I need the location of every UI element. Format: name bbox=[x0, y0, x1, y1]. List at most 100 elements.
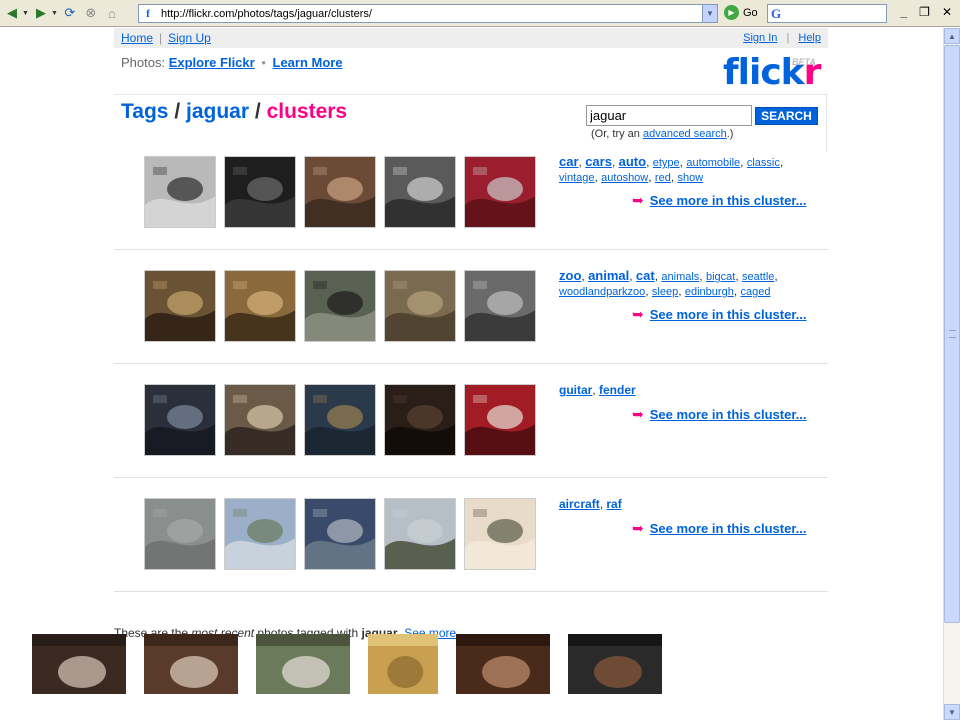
tag-link-edinburgh[interactable]: edinburgh bbox=[685, 286, 734, 298]
recent-photo-thumbnail[interactable] bbox=[456, 634, 550, 694]
cluster-thumbnail-black-jaguar[interactable] bbox=[304, 270, 376, 342]
breadcrumb: Tags / jaguar / clusters bbox=[121, 100, 347, 124]
cluster-thumbnail-red-car-ornament[interactable] bbox=[464, 156, 536, 228]
tag-link-fender[interactable]: fender bbox=[599, 383, 636, 397]
address-input[interactable]: http://flickr.com/photos/tags/jaguar/clu… bbox=[161, 8, 702, 20]
scroll-up-icon[interactable]: ▲ bbox=[944, 28, 960, 44]
cluster-thumbnail-plane-in-sky[interactable] bbox=[144, 498, 216, 570]
recent-photo-thumbnail[interactable] bbox=[32, 634, 126, 694]
tag-link-sleep[interactable]: sleep bbox=[652, 286, 678, 298]
tag-link-woodlandparkzoo[interactable]: woodlandparkzoo bbox=[559, 286, 645, 298]
tag-link-aircraft[interactable]: aircraft bbox=[559, 497, 600, 511]
learn-more-link[interactable]: Learn More bbox=[273, 55, 343, 70]
subnav-dot: • bbox=[261, 55, 266, 70]
tag-link-guitar[interactable]: guitar bbox=[559, 383, 592, 397]
signin-link[interactable]: Sign In bbox=[743, 32, 777, 44]
cluster-thumbnail-classic-car-front[interactable] bbox=[384, 156, 456, 228]
tag-link-animals[interactable]: animals bbox=[661, 271, 699, 283]
home-link[interactable]: Home bbox=[121, 31, 153, 45]
address-bar[interactable]: f http://flickr.com/photos/tags/jaguar/c… bbox=[138, 4, 718, 23]
tag-link-animal[interactable]: animal bbox=[588, 268, 629, 283]
cluster-thumbnail-black-car-body[interactable] bbox=[224, 156, 296, 228]
cluster-thumbnail-jaguar-caged[interactable] bbox=[384, 270, 456, 342]
tag-link-bigcat[interactable]: bigcat bbox=[706, 271, 735, 283]
photos-subnav: Photos: Explore Flickr • Learn More bbox=[121, 55, 343, 70]
google-icon: G bbox=[771, 5, 782, 21]
cluster-tags: aircraft, raf bbox=[559, 497, 622, 511]
cluster-thumbnail-jet-model[interactable] bbox=[464, 498, 536, 570]
cluster-thumbnail-guitar-amps[interactable] bbox=[224, 384, 296, 456]
tag-link-zoo[interactable]: zoo bbox=[559, 268, 581, 283]
see-more-cluster-link[interactable]: See more in this cluster... bbox=[650, 193, 807, 208]
nav-separator: | bbox=[786, 32, 790, 44]
vertical-scrollbar[interactable]: ▲ ▼ bbox=[943, 28, 960, 720]
cluster-thumbnail-jet-flying[interactable] bbox=[384, 498, 456, 570]
tag-link-caged[interactable]: caged bbox=[740, 286, 770, 298]
tag-link-show[interactable]: show bbox=[678, 172, 704, 184]
beta-badge: BETA bbox=[792, 57, 816, 67]
scroll-down-icon[interactable]: ▼ bbox=[944, 704, 960, 720]
tag-link-auto[interactable]: auto bbox=[619, 154, 646, 169]
signup-link[interactable]: Sign Up bbox=[168, 31, 211, 45]
forward-icon[interactable]: ▶ bbox=[32, 4, 50, 22]
back-icon[interactable]: ◀ bbox=[3, 4, 21, 22]
address-dropdown-icon[interactable]: ▼ bbox=[702, 5, 717, 22]
tag-link-classic[interactable]: classic bbox=[747, 157, 780, 169]
cluster-thumbnail-hood-ornament[interactable] bbox=[304, 156, 376, 228]
back-dropdown-icon[interactable]: ▼ bbox=[22, 10, 29, 17]
help-link[interactable]: Help bbox=[798, 32, 821, 44]
tag-link-cars[interactable]: cars bbox=[585, 154, 612, 169]
pink-arrow-icon: ➥ bbox=[632, 192, 644, 208]
see-more-cluster[interactable]: ➥ See more in this cluster... bbox=[632, 192, 807, 209]
see-more-cluster-link[interactable]: See more in this cluster... bbox=[650, 521, 807, 536]
scrollbar-thumb[interactable] bbox=[944, 45, 960, 623]
recent-photo-thumbnail[interactable] bbox=[144, 634, 238, 694]
tag-link-car[interactable]: car bbox=[559, 154, 579, 169]
tag-link-raf[interactable]: raf bbox=[606, 497, 621, 511]
restore-icon[interactable]: ❐ bbox=[919, 5, 930, 19]
stop-icon[interactable]: ⊗ bbox=[82, 4, 100, 22]
breadcrumb-tags[interactable]: Tags bbox=[121, 100, 168, 123]
flickr-page: Home | Sign Up Sign In | Help Photos: Ex… bbox=[114, 28, 828, 640]
see-more-cluster[interactable]: ➥ See more in this cluster... bbox=[632, 406, 807, 423]
cluster-thumbnail-airfield[interactable] bbox=[224, 498, 296, 570]
search-button[interactable]: SEARCH bbox=[755, 107, 818, 125]
minimize-icon[interactable]: _ bbox=[900, 5, 907, 19]
tag-link-cat[interactable]: cat bbox=[636, 268, 655, 283]
cluster-thumbnail-jaguar-sleeping[interactable] bbox=[464, 270, 536, 342]
recent-photo-thumbnail[interactable] bbox=[568, 634, 662, 694]
cluster-thumbnail-jaguar-face[interactable] bbox=[224, 270, 296, 342]
tag-link-automobile[interactable]: automobile bbox=[686, 157, 740, 169]
cluster-thumbnail-jaguar-car-grille[interactable] bbox=[144, 156, 216, 228]
tag-link-autoshow[interactable]: autoshow bbox=[601, 172, 648, 184]
home-icon[interactable]: ⌂ bbox=[103, 4, 121, 22]
breadcrumb-tag[interactable]: jaguar bbox=[186, 100, 249, 123]
browser-toolbar: ◀ ▼ ▶ ▼ ⟳ ⊗ ⌂ f http://flickr.com/photos… bbox=[0, 0, 960, 27]
go-button[interactable]: ▶ Go bbox=[724, 5, 758, 20]
recent-photo-thumbnail[interactable] bbox=[368, 634, 438, 694]
forward-dropdown-icon[interactable]: ▼ bbox=[51, 10, 58, 17]
recent-photo-thumbnail[interactable] bbox=[256, 634, 350, 694]
go-label: Go bbox=[743, 6, 758, 19]
cluster-thumbnail-guitar-rack[interactable] bbox=[304, 384, 376, 456]
see-more-cluster-link[interactable]: See more in this cluster... bbox=[650, 307, 807, 322]
tag-link-red[interactable]: red bbox=[655, 172, 671, 184]
cluster-thumbnails bbox=[144, 384, 536, 456]
flickr-favicon-icon: f bbox=[146, 7, 150, 20]
see-more-cluster[interactable]: ➥ See more in this cluster... bbox=[632, 520, 807, 537]
cluster-thumbnail-guitar-strings[interactable] bbox=[144, 384, 216, 456]
tag-search-input[interactable] bbox=[586, 105, 752, 126]
refresh-icon[interactable]: ⟳ bbox=[61, 4, 79, 22]
cluster-thumbnail-guitar-player[interactable] bbox=[384, 384, 456, 456]
cluster-thumbnail-jaguar-snarl[interactable] bbox=[144, 270, 216, 342]
cluster-thumbnail-red-guitar[interactable] bbox=[464, 384, 536, 456]
see-more-cluster[interactable]: ➥ See more in this cluster... bbox=[632, 306, 807, 323]
tag-link-seattle[interactable]: seattle bbox=[742, 271, 774, 283]
tag-link-vintage[interactable]: vintage bbox=[559, 172, 594, 184]
google-search-box[interactable]: G bbox=[767, 4, 887, 23]
explore-link[interactable]: Explore Flickr bbox=[169, 55, 255, 70]
close-icon[interactable]: ✕ bbox=[942, 5, 952, 19]
tag-link-etype[interactable]: etype bbox=[653, 157, 680, 169]
cluster-thumbnail-jet-display[interactable] bbox=[304, 498, 376, 570]
see-more-cluster-link[interactable]: See more in this cluster... bbox=[650, 407, 807, 422]
